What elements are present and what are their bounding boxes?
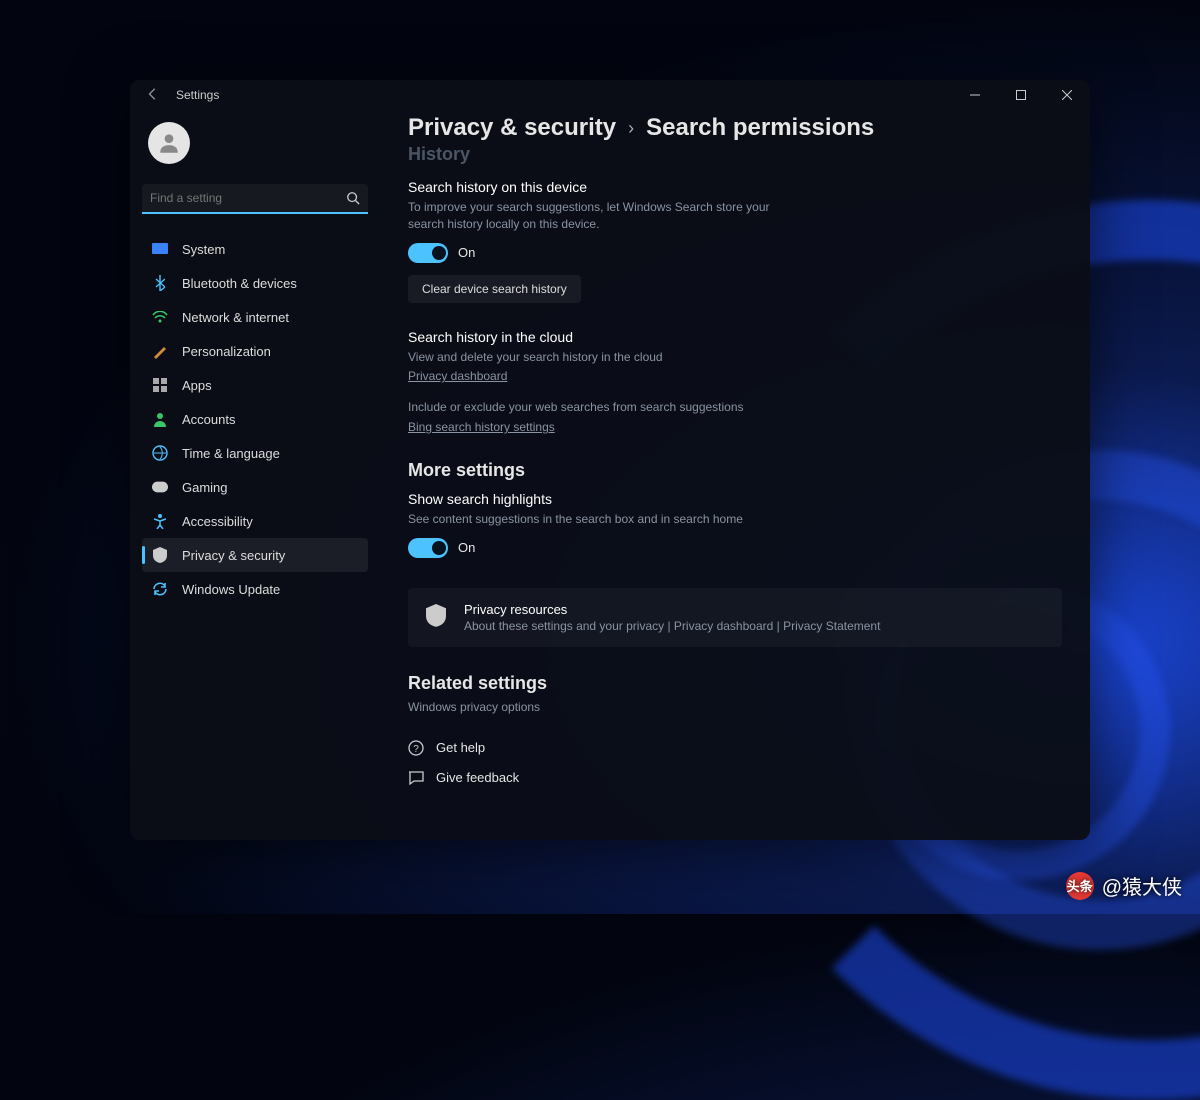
- privacy-resources-card[interactable]: Privacy resources About these settings a…: [408, 588, 1062, 647]
- privacy-resources-subtitle: About these settings and your privacy | …: [464, 619, 880, 633]
- get-help-label: Get help: [436, 740, 485, 755]
- get-help-link[interactable]: ? Get help: [408, 740, 1062, 756]
- highlights-title: Show search highlights: [408, 491, 1062, 507]
- breadcrumb: Privacy & security › Search permissions: [408, 114, 1062, 142]
- personalization-icon: [152, 343, 168, 359]
- highlights-toggle[interactable]: [408, 538, 448, 558]
- search-box[interactable]: [142, 184, 368, 214]
- sidebar-item-label: Personalization: [182, 344, 271, 359]
- clear-history-button[interactable]: Clear device search history: [408, 275, 581, 303]
- history-device-toggle[interactable]: [408, 243, 448, 263]
- bluetooth-icon: [152, 275, 168, 291]
- related-heading: Related settings: [408, 673, 1062, 694]
- network-icon: [152, 309, 168, 325]
- back-icon[interactable]: [146, 87, 160, 104]
- system-icon: [152, 241, 168, 257]
- history-cloud-desc: View and delete your search history in t…: [408, 349, 808, 366]
- partial-heading: History: [408, 144, 1062, 165]
- apps-icon: [152, 377, 168, 393]
- windows-update-icon: [152, 581, 168, 597]
- search-icon: [346, 191, 360, 205]
- more-settings-heading: More settings: [408, 460, 1062, 481]
- chevron-right-icon: ›: [628, 118, 634, 139]
- sidebar-item-label: Network & internet: [182, 310, 289, 325]
- sidebar-item-label: Accessibility: [182, 514, 253, 529]
- breadcrumb-parent[interactable]: Privacy & security: [408, 114, 616, 142]
- history-device-toggle-label: On: [458, 245, 475, 260]
- breadcrumb-current: Search permissions: [646, 114, 874, 142]
- history-device-desc: To improve your search suggestions, let …: [408, 199, 808, 233]
- sidebar-item-label: Windows Update: [182, 582, 280, 597]
- sidebar-item-privacy-security[interactable]: Privacy & security: [142, 538, 368, 572]
- close-button[interactable]: [1044, 80, 1090, 110]
- accounts-icon: [152, 411, 168, 427]
- sidebar-item-label: Accounts: [182, 412, 235, 427]
- watermark-user: @猿大侠: [1102, 871, 1182, 900]
- window-title: Settings: [176, 88, 219, 102]
- svg-text:?: ?: [413, 744, 419, 755]
- sidebar-item-label: Privacy & security: [182, 548, 285, 563]
- privacy-security-icon: [152, 547, 168, 563]
- feedback-icon: [408, 770, 424, 786]
- highlights-desc: See content suggestions in the search bo…: [408, 511, 808, 528]
- privacy-dashboard-link[interactable]: Privacy dashboard: [408, 369, 507, 383]
- sidebar-item-label: Gaming: [182, 480, 228, 495]
- sidebar-item-network[interactable]: Network & internet: [142, 300, 368, 334]
- bing-history-link[interactable]: Bing search history settings: [408, 420, 555, 434]
- sidebar-item-windows-update[interactable]: Windows Update: [142, 572, 368, 606]
- watermark: 头条 @猿大侠: [1066, 871, 1182, 900]
- sidebar-item-personalization[interactable]: Personalization: [142, 334, 368, 368]
- sidebar-item-system[interactable]: System: [142, 232, 368, 266]
- accessibility-icon: [152, 513, 168, 529]
- settings-window: Settings System: [130, 80, 1090, 840]
- sidebar-item-label: Time & language: [182, 446, 280, 461]
- gaming-icon: [152, 479, 168, 495]
- sidebar: System Bluetooth & devices Network & int…: [130, 110, 380, 840]
- history-device-title: Search history on this device: [408, 179, 1062, 195]
- sidebar-item-accounts[interactable]: Accounts: [142, 402, 368, 436]
- shield-icon: [426, 604, 446, 627]
- time-language-icon: [152, 445, 168, 461]
- sidebar-item-label: Apps: [182, 378, 212, 393]
- sidebar-nav: System Bluetooth & devices Network & int…: [142, 232, 368, 606]
- titlebar: Settings: [130, 80, 1090, 110]
- sidebar-item-apps[interactable]: Apps: [142, 368, 368, 402]
- content-area: Privacy & security › Search permissions …: [380, 110, 1090, 840]
- search-input[interactable]: [150, 191, 346, 205]
- history-cloud-title: Search history in the cloud: [408, 329, 1062, 345]
- give-feedback-label: Give feedback: [436, 770, 519, 785]
- avatar[interactable]: [148, 122, 190, 164]
- sidebar-item-accessibility[interactable]: Accessibility: [142, 504, 368, 538]
- history-cloud-desc2: Include or exclude your web searches fro…: [408, 399, 808, 416]
- sidebar-item-bluetooth[interactable]: Bluetooth & devices: [142, 266, 368, 300]
- highlights-toggle-label: On: [458, 540, 475, 555]
- sidebar-item-time-language[interactable]: Time & language: [142, 436, 368, 470]
- help-icon: ?: [408, 740, 424, 756]
- sidebar-item-label: Bluetooth & devices: [182, 276, 297, 291]
- privacy-resources-title: Privacy resources: [464, 602, 880, 617]
- watermark-logo: 头条: [1066, 872, 1094, 900]
- windows-privacy-options-link[interactable]: Windows privacy options: [408, 700, 1062, 714]
- sidebar-item-gaming[interactable]: Gaming: [142, 470, 368, 504]
- maximize-button[interactable]: [998, 80, 1044, 110]
- give-feedback-link[interactable]: Give feedback: [408, 770, 1062, 786]
- minimize-button[interactable]: [952, 80, 998, 110]
- sidebar-item-label: System: [182, 242, 225, 257]
